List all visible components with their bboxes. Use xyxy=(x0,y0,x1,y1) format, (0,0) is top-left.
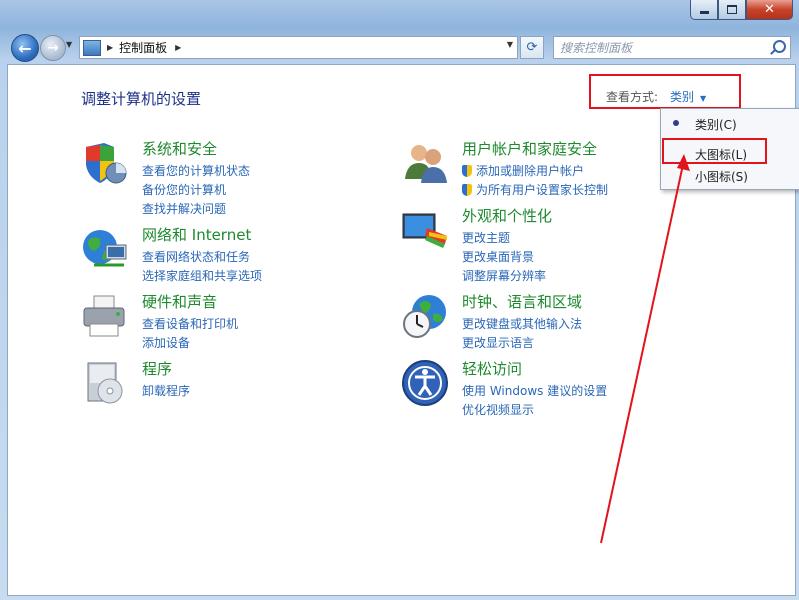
link-backup-computer[interactable]: 备份您的计算机 xyxy=(142,181,250,200)
link-view-computer-status[interactable]: 查看您的计算机状态 xyxy=(142,162,250,181)
minimize-button[interactable] xyxy=(690,0,718,20)
refresh-icon: ⟳ xyxy=(526,40,538,55)
category-title[interactable]: 系统和安全 xyxy=(142,138,250,159)
uac-shield-icon xyxy=(462,165,472,177)
forward-button[interactable]: → xyxy=(40,35,66,61)
search-input[interactable]: 搜索控制面板 xyxy=(553,36,791,59)
printer-icon xyxy=(83,295,125,337)
cd-box-icon xyxy=(87,362,123,404)
back-button[interactable]: ← xyxy=(11,34,39,62)
category-title[interactable]: 用户帐户和家庭安全 xyxy=(462,138,608,159)
address-dropdown-icon[interactable]: ▼ xyxy=(507,40,513,49)
category-title[interactable]: 时钟、语言和区域 xyxy=(462,291,582,312)
category-appearance: 外观和个性化 更改主题 更改桌面背景 调整屏幕分辨率 xyxy=(462,205,552,286)
link-devices-printers[interactable]: 查看设备和打印机 xyxy=(142,315,238,334)
link-uninstall-program[interactable]: 卸载程序 xyxy=(142,382,190,401)
category-network-internet: 网络和 Internet 查看网络状态和任务 选择家庭组和共享选项 xyxy=(142,224,262,286)
link-change-background[interactable]: 更改桌面背景 xyxy=(462,248,552,267)
caption-buttons: ✕ xyxy=(690,0,793,20)
menu-item-category[interactable]: 类别(C) xyxy=(695,116,737,133)
minimize-icon xyxy=(699,11,709,14)
monitor-palette-icon xyxy=(402,213,447,248)
address-bar[interactable]: ▶ 控制面板 ▶ ▼ xyxy=(79,36,518,59)
link-homegroup-sharing[interactable]: 选择家庭组和共享选项 xyxy=(142,267,262,286)
link-troubleshoot[interactable]: 查找并解决问题 xyxy=(142,200,250,219)
link-screen-resolution[interactable]: 调整屏幕分辨率 xyxy=(462,267,552,286)
category-clock-region: 时钟、语言和区域 更改键盘或其他输入法 更改显示语言 xyxy=(462,291,582,353)
close-button[interactable]: ✕ xyxy=(746,0,793,20)
link-parental-controls-label: 为所有用户设置家长控制 xyxy=(476,183,609,197)
menu-item-small-icons[interactable]: 小图标(S) xyxy=(695,168,748,185)
link-network-status[interactable]: 查看网络状态和任务 xyxy=(142,248,262,267)
link-display-language[interactable]: 更改显示语言 xyxy=(462,334,582,353)
control-panel-window: ✕ ← → ▼ ▶ 控制面板 ▶ ▼ ⟳ 搜索控制面板 调整计算机的设置 查看方… xyxy=(0,0,799,600)
category-ease-of-access: 轻松访问 使用 Windows 建议的设置 优化视频显示 xyxy=(462,358,607,420)
category-title[interactable]: 网络和 Internet xyxy=(142,224,262,245)
annotation-box-view-by xyxy=(589,74,741,109)
link-keyboard-input[interactable]: 更改键盘或其他输入法 xyxy=(462,315,582,334)
link-parental-controls[interactable]: 为所有用户设置家长控制 xyxy=(462,181,608,200)
selected-bullet-icon xyxy=(673,120,679,126)
forward-arrow-icon: → xyxy=(47,40,59,56)
users-icon xyxy=(405,145,447,183)
annotation-box-large-icons xyxy=(662,138,767,164)
maximize-icon xyxy=(727,5,737,14)
control-panel-icon xyxy=(83,39,101,56)
breadcrumb-control-panel[interactable]: 控制面板 xyxy=(119,39,167,56)
search-icon[interactable] xyxy=(773,40,786,53)
link-add-remove-accounts-label: 添加或删除用户帐户 xyxy=(476,164,585,178)
category-title[interactable]: 程序 xyxy=(142,358,190,379)
page-title: 调整计算机的设置 xyxy=(81,90,202,108)
category-title[interactable]: 硬件和声音 xyxy=(142,291,238,312)
category-programs: 程序 卸载程序 xyxy=(142,358,190,401)
close-icon: ✕ xyxy=(764,2,775,17)
globe-network-icon xyxy=(83,230,127,267)
search-placeholder: 搜索控制面板 xyxy=(560,41,633,55)
recent-pages-dropdown[interactable]: ▼ xyxy=(66,40,72,49)
refresh-button[interactable]: ⟳ xyxy=(520,36,544,59)
link-add-remove-accounts[interactable]: 添加或删除用户帐户 xyxy=(462,162,608,181)
link-add-device[interactable]: 添加设备 xyxy=(142,334,238,353)
maximize-button[interactable] xyxy=(718,0,746,20)
category-title[interactable]: 轻松访问 xyxy=(462,358,607,379)
category-title[interactable]: 外观和个性化 xyxy=(462,205,552,226)
breadcrumb-separator-icon[interactable]: ▶ xyxy=(107,43,113,52)
globe-clock-icon xyxy=(403,295,446,338)
ease-of-access-icon xyxy=(402,360,448,406)
category-user-accounts: 用户帐户和家庭安全 添加或删除用户帐户 为所有用户设置家长控制 xyxy=(462,138,608,200)
uac-shield-icon xyxy=(462,184,472,196)
category-system-security: 系统和安全 查看您的计算机状态 备份您的计算机 查找并解决问题 xyxy=(142,138,250,219)
link-change-theme[interactable]: 更改主题 xyxy=(462,229,552,248)
breadcrumb-separator-icon[interactable]: ▶ xyxy=(175,43,181,52)
back-arrow-icon: ← xyxy=(18,38,32,58)
link-windows-recommended[interactable]: 使用 Windows 建议的设置 xyxy=(462,382,607,401)
shield-chart-icon xyxy=(86,143,127,184)
navigation-bar: ← → ▼ ▶ 控制面板 ▶ ▼ ⟳ 搜索控制面板 xyxy=(0,30,799,64)
category-hardware-sound: 硬件和声音 查看设备和打印机 添加设备 xyxy=(142,291,238,353)
link-optimize-display[interactable]: 优化视频显示 xyxy=(462,401,607,420)
